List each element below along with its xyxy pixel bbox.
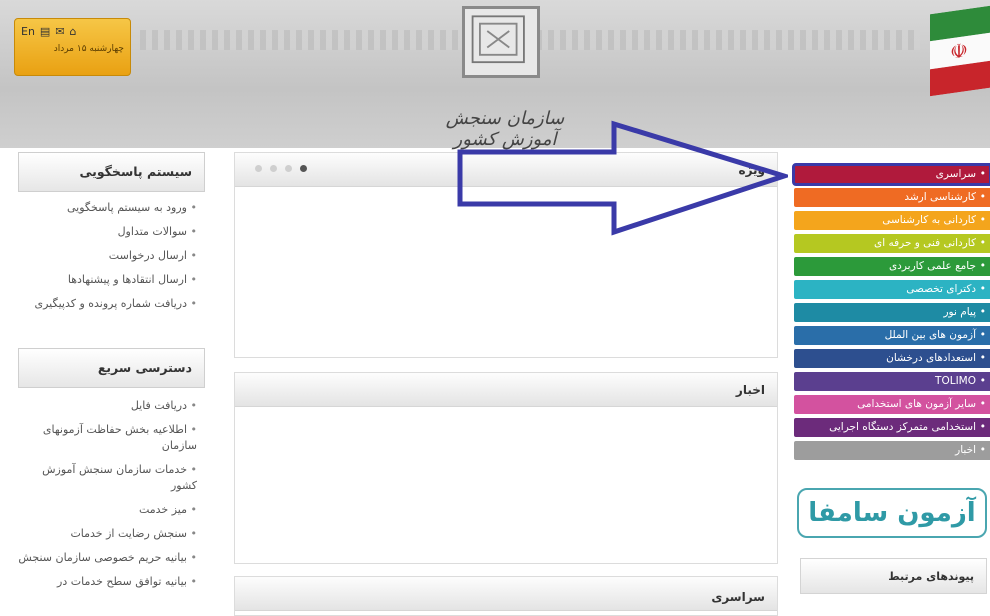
mail-icon[interactable]: ✉ bbox=[55, 25, 64, 38]
slider-dot-active[interactable] bbox=[300, 165, 307, 172]
menu-item-tolimo[interactable]: TOLIMO bbox=[794, 372, 990, 391]
sampa-exam-logo[interactable]: آزمون سامفا bbox=[797, 488, 987, 538]
list-item[interactable]: خدمات سازمان سنجش آموزش کشور bbox=[18, 462, 205, 494]
slider-dot[interactable] bbox=[255, 165, 262, 172]
menu-item-applied-science[interactable]: جامع علمی کاربردی bbox=[794, 257, 990, 276]
news-panel: اخبار bbox=[234, 372, 778, 564]
menu-item-other-employment[interactable]: سایر آزمون های استخدامی bbox=[794, 395, 990, 414]
menu-item-payam-noor[interactable]: پیام نور bbox=[794, 303, 990, 322]
news-panel-title: اخبار bbox=[735, 383, 765, 397]
current-date: چهارشنبه ۱۵ مرداد bbox=[53, 44, 124, 54]
menu-item-centralized-employment[interactable]: استخدامی متمرکز دستگاه اجرایی bbox=[794, 418, 990, 437]
menu-item-technical-associate[interactable]: کاردانی فنی و حرفه ای bbox=[794, 234, 990, 253]
quick-access-heading: دسترسی سریع bbox=[18, 348, 205, 388]
list-item[interactable]: ارسال درخواست bbox=[18, 248, 205, 264]
list-item[interactable]: ورود به سیستم پاسخگویی bbox=[18, 200, 205, 216]
slider-dot[interactable] bbox=[285, 165, 292, 172]
menu-item-talented[interactable]: استعدادهای درخشان bbox=[794, 349, 990, 368]
response-system-heading: سیستم پاسخگویی bbox=[18, 152, 205, 192]
sitemap-icon[interactable]: ▤ bbox=[40, 25, 50, 38]
related-links-heading: پیوندهای مرتبط bbox=[800, 558, 987, 594]
list-item[interactable]: اطلاعیه بخش حفاظت آزمونهای سازمان bbox=[18, 422, 205, 454]
iran-flag-icon: ☫ bbox=[930, 5, 990, 97]
quick-access-list: دریافت فایل اطلاعیه بخش حفاظت آزمونهای س… bbox=[18, 398, 205, 598]
sarasari-panel-header: سراسری bbox=[235, 577, 777, 611]
list-item[interactable]: سوالات متداول bbox=[18, 224, 205, 240]
organization-emblem-icon[interactable] bbox=[462, 6, 540, 78]
response-system-list: ورود به سیستم پاسخگویی سوالات متداول ارس… bbox=[18, 200, 205, 320]
top-links-box: En ▤ ✉ ⌂ چهارشنبه ۱۵ مرداد bbox=[14, 18, 131, 76]
home-icon[interactable]: ⌂ bbox=[70, 25, 77, 38]
sarasari-panel-title: سراسری bbox=[711, 590, 765, 604]
language-en-link[interactable]: En bbox=[21, 25, 35, 38]
list-item[interactable]: دریافت شماره پرونده و کدپیگیری bbox=[18, 296, 205, 312]
slider-dot[interactable] bbox=[270, 165, 277, 172]
list-item[interactable]: بیانیه توافق سطح خدمات در bbox=[18, 574, 205, 590]
exam-category-menu: سراسری کارشناسی ارشد کاردانی به کارشناسی… bbox=[792, 163, 990, 464]
menu-item-masters[interactable]: کارشناسی ارشد bbox=[794, 188, 990, 207]
list-item[interactable]: میز خدمت bbox=[18, 502, 205, 518]
slider-dots bbox=[255, 165, 307, 172]
list-item[interactable]: دریافت فایل bbox=[18, 398, 205, 414]
menu-item-associate-to-bachelor[interactable]: کاردانی به کارشناسی bbox=[794, 211, 990, 230]
list-item[interactable]: ارسال انتقادها و پیشنهادها bbox=[18, 272, 205, 288]
pointer-arrow-icon bbox=[457, 120, 788, 236]
list-item[interactable]: سنجش رضایت از خدمات bbox=[18, 526, 205, 542]
menu-item-news[interactable]: اخبار bbox=[794, 441, 990, 460]
news-panel-header: اخبار bbox=[235, 373, 777, 407]
menu-item-sarasari[interactable]: سراسری bbox=[792, 163, 990, 186]
menu-item-international[interactable]: آزمون های بین الملل bbox=[794, 326, 990, 345]
menu-item-phd[interactable]: دکترای تخصصی bbox=[794, 280, 990, 299]
list-item[interactable]: بیانیه حریم خصوصی سازمان سنجش bbox=[18, 550, 205, 566]
sarasari-panel: سراسری bbox=[234, 576, 778, 616]
